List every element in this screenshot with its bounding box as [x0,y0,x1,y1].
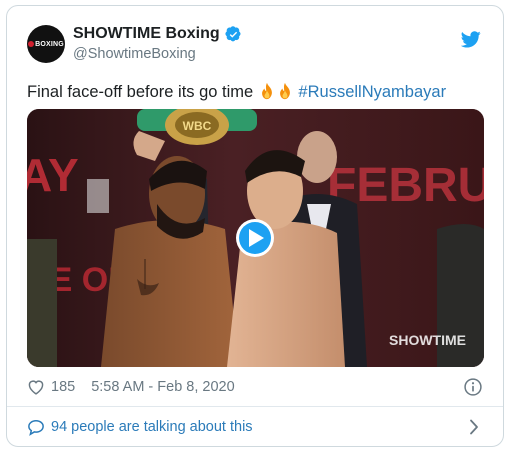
twitter-bird-icon[interactable] [461,31,481,48]
tweet-meta: 185 5:58 AM - Feb 8, 2020 [27,376,483,398]
divider [7,406,503,407]
video-player[interactable]: AY FEBRU VE ON WBC [27,109,484,367]
play-icon[interactable] [236,219,274,257]
tweet-body: Final face-off before its go time [27,83,254,101]
conversation-link[interactable]: 94 people are talking about this [27,416,483,438]
tweet-text: Final face-off before its go time #Russe… [27,82,446,102]
account-names: SHOWTIME Boxing @ShowtimeBoxing [73,25,242,62]
talking-count[interactable]: 94 people are talking about this [51,419,253,435]
account-handle[interactable]: @ShowtimeBoxing [73,46,242,62]
showtime-watermark: SHOWTIME [389,332,466,348]
video-thumbnail: AY FEBRU VE ON WBC [27,109,484,367]
backdrop-text-ay: AY [27,149,79,201]
tweet-header: BOXING SHOWTIME Boxing @ShowtimeBoxing [27,23,487,67]
tweet-timestamp[interactable]: 5:58 AM - Feb 8, 2020 [91,379,234,395]
speech-bubble-icon [28,419,44,436]
avatar[interactable]: BOXING [27,25,65,63]
fire-icon [261,82,272,100]
belt-text: WBC [183,119,212,133]
info-icon[interactable] [463,377,483,397]
verified-badge-icon [225,25,241,41]
like-count[interactable]: 185 [51,379,75,395]
avatar-logo: BOXING [28,40,64,48]
chevron-right-icon[interactable] [469,419,479,435]
display-name[interactable]: SHOWTIME Boxing [73,25,220,43]
fire-icon [279,82,290,100]
tweet-card: BOXING SHOWTIME Boxing @ShowtimeBoxing F… [6,5,504,447]
hashtag-link[interactable]: #RussellNyambayar [298,83,446,101]
heart-icon[interactable] [27,379,45,395]
